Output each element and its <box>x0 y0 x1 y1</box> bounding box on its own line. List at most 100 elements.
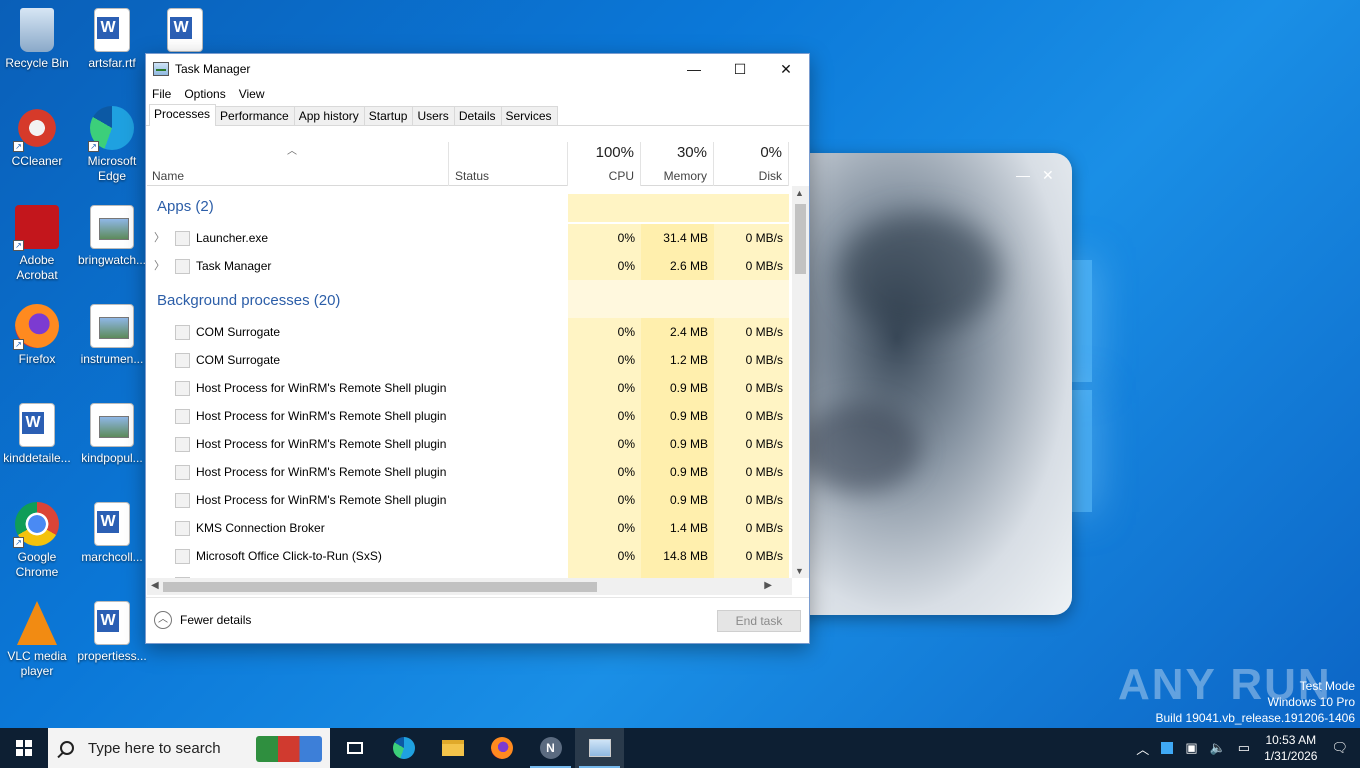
taskbar-app-n[interactable]: N <box>526 728 575 768</box>
scroll-left-icon[interactable]: ◀ <box>151 580 159 591</box>
tab-app-history[interactable]: App history <box>293 106 365 125</box>
windows-logo-pane-bottom <box>1070 390 1092 512</box>
column-cpu[interactable]: 100% CPU <box>568 142 641 186</box>
close-icon[interactable]: ✕ <box>1042 167 1054 184</box>
fewer-details-button[interactable]: ︿ Fewer details <box>154 611 251 629</box>
close-button[interactable]: ✕ <box>763 54 809 84</box>
search-box[interactable]: Type here to search <box>48 728 330 768</box>
edge-icon <box>392 737 415 759</box>
chevron-right-icon[interactable]: 〉 <box>154 224 165 252</box>
image-file-icon <box>90 205 134 249</box>
windows-logo-icon <box>16 740 32 756</box>
table-row[interactable]: Host Process for WinRM's Remote Shell pl… <box>147 374 789 402</box>
taskbar-task-manager[interactable] <box>575 728 624 768</box>
desktop-icon-bringwatch[interactable]: bringwatch... <box>75 205 149 268</box>
network-icon[interactable]: ▭ <box>1238 740 1250 756</box>
tab-users[interactable]: Users <box>412 106 455 125</box>
clock[interactable]: 10:53 AM 1/31/2026 <box>1264 732 1317 764</box>
tray-app-icon[interactable] <box>1161 742 1174 754</box>
desktop-icon-vlc[interactable]: VLC media player <box>0 601 74 679</box>
table-row[interactable]: 〉 Launcher.exe 0% 31.4 MB 0 MB/s <box>147 224 789 252</box>
camera-icon[interactable]: ▣ <box>1185 740 1197 756</box>
desktop-icon-kinddetaile[interactable]: kinddetaile... <box>0 403 74 466</box>
process-icon <box>175 409 190 424</box>
table-row[interactable]: KMS Connection Broker 0% 1.4 MB 0 MB/s <box>147 514 789 542</box>
table-row[interactable]: Host Process for WinRM's Remote Shell pl… <box>147 430 789 458</box>
scroll-right-icon[interactable]: ▶ <box>764 580 772 591</box>
desktop-icon-artsfar[interactable]: artsfar.rtf <box>75 8 149 71</box>
desktop-icon-kindpopul[interactable]: kindpopul... <box>75 403 149 466</box>
table-row[interactable]: Host Process for WinRM's Remote Shell pl… <box>147 486 789 514</box>
column-memory[interactable]: 30% Memory <box>641 142 714 186</box>
group-header-background[interactable]: Background processes (20) <box>147 280 789 318</box>
table-row[interactable]: COM Surrogate 0% 1.2 MB 0 MB/s <box>147 346 789 374</box>
tab-startup[interactable]: Startup <box>363 106 414 125</box>
minimize-icon[interactable]: — <box>1016 167 1030 183</box>
empty-cell <box>714 280 789 318</box>
chevron-up-icon[interactable]: ︿ <box>1136 739 1149 758</box>
volume-icon[interactable]: 🔈 <box>1210 740 1226 756</box>
desktop-icon-firefox[interactable]: ↗ Firefox <box>0 304 74 367</box>
task-view-icon <box>346 742 363 754</box>
table-row[interactable]: 〉 Task Manager 0% 2.6 MB 0 MB/s <box>147 252 789 280</box>
taskbar-file-explorer[interactable] <box>428 728 477 768</box>
menu-view[interactable]: View <box>239 87 265 101</box>
group-header-apps[interactable]: Apps (2) <box>147 194 789 222</box>
empty-cell <box>714 194 789 222</box>
menu-file[interactable]: File <box>152 87 171 101</box>
chevron-right-icon[interactable]: 〉 <box>154 252 165 280</box>
tab-services[interactable]: Services <box>500 106 558 125</box>
task-manager-window[interactable]: Task Manager — ☐ ✕ File Options View Pro… <box>145 53 810 644</box>
desktop-icon-recycle-bin[interactable]: Recycle Bin <box>0 8 74 71</box>
tab-performance[interactable]: Performance <box>215 106 295 125</box>
minimize-button[interactable]: — <box>671 54 717 84</box>
scroll-thumb[interactable] <box>163 582 597 592</box>
column-status[interactable]: Status <box>449 142 568 186</box>
title-bar[interactable]: Task Manager — ☐ ✕ <box>146 54 809 84</box>
horizontal-scrollbar[interactable]: ◀ ▶ <box>147 578 792 595</box>
tab-strip: Processes Performance App history Startu… <box>146 104 809 126</box>
table-row[interactable]: Host Process for WinRM's Remote Shell pl… <box>147 402 789 430</box>
scroll-thumb[interactable] <box>795 204 806 274</box>
desktop-icon-google-chrome[interactable]: ↗ Google Chrome <box>0 502 74 580</box>
acrobat-icon: ↗ <box>13 205 59 251</box>
taskbar-firefox[interactable] <box>477 728 526 768</box>
menu-options[interactable]: Options <box>184 87 225 101</box>
table-row[interactable]: Microsoft Office Click-to-Run (SxS) 0% 1… <box>147 542 789 570</box>
vertical-scrollbar[interactable]: ▲ ▼ <box>792 186 809 578</box>
task-view-button[interactable] <box>330 728 379 768</box>
column-name[interactable]: ︿ Name <box>147 142 449 186</box>
firefox-icon: ↗ <box>13 304 59 350</box>
word-document-icon <box>167 8 203 52</box>
system-tray: ︿ ▣ 🔈 ▭ 10:53 AM 1/31/2026 🗨 <box>1130 728 1360 768</box>
desktop-icon-adobe-acrobat[interactable]: ↗ Adobe Acrobat <box>0 205 74 283</box>
vlc-icon <box>17 601 57 645</box>
table-row[interactable]: COM Surrogate 0% 2.4 MB 0 MB/s <box>147 318 789 346</box>
desktop-icon-ccleaner[interactable]: ↗ CCleaner <box>0 106 74 169</box>
image-file-icon <box>90 304 134 348</box>
maximize-button[interactable]: ☐ <box>717 54 763 84</box>
taskbar-edge[interactable] <box>379 728 428 768</box>
process-icon <box>175 353 190 368</box>
desktop-icon-word-hidden[interactable] <box>148 8 222 56</box>
column-disk[interactable]: 0% Disk <box>714 142 789 186</box>
tab-details[interactable]: Details <box>453 106 502 125</box>
notification-icon[interactable]: 🗨 <box>1331 740 1348 756</box>
word-document-icon <box>94 502 130 546</box>
photo-viewer-window[interactable]: — ✕ <box>780 153 1072 615</box>
tab-processes[interactable]: Processes <box>149 104 217 126</box>
image-file-icon <box>90 403 134 447</box>
scroll-down-icon[interactable]: ▼ <box>795 566 804 576</box>
word-document-icon <box>94 8 130 52</box>
word-document-icon <box>94 601 130 645</box>
desktop-icon-instrumen[interactable]: instrumen... <box>75 304 149 367</box>
start-button[interactable] <box>0 728 48 768</box>
end-task-button[interactable]: End task <box>717 610 801 632</box>
word-document-icon <box>19 403 55 447</box>
scroll-up-icon[interactable]: ▲ <box>795 188 804 198</box>
desktop-icon-microsoft-edge[interactable]: ↗ Microsoft Edge <box>75 106 149 184</box>
table-row[interactable]: Host Process for WinRM's Remote Shell pl… <box>147 458 789 486</box>
desktop-icon-marchcoll[interactable]: marchcoll... <box>75 502 149 565</box>
desktop-icon-propertiess[interactable]: propertiess... <box>75 601 149 664</box>
column-header: ︿ Name Status 100% CPU 30% Memory 0% Dis… <box>147 142 789 186</box>
